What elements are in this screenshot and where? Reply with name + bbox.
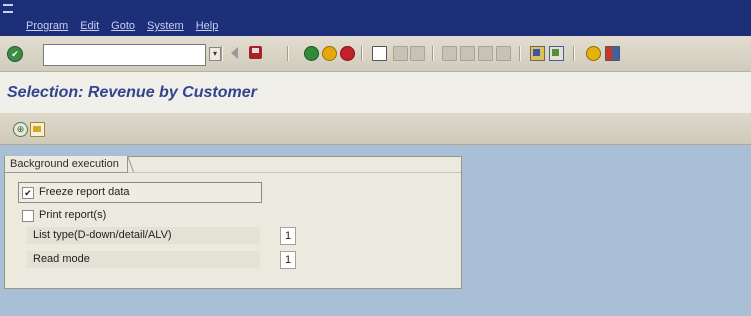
window-menu-icon[interactable] — [3, 4, 13, 13]
print-report-label: Print report(s) — [39, 209, 107, 221]
freeze-report-checkbox[interactable]: ✔ — [22, 187, 34, 199]
find-icon[interactable] — [393, 46, 408, 61]
page-title: Selection: Revenue by Customer — [7, 84, 257, 101]
print-icon[interactable] — [372, 46, 387, 61]
menu-program[interactable]: Program — [26, 20, 68, 32]
customize-layout-icon[interactable] — [605, 46, 620, 61]
toolbar-separator — [287, 46, 289, 61]
toolbar-separator — [573, 46, 575, 61]
toolbar-separator — [221, 46, 223, 61]
help-icon[interactable] — [586, 46, 601, 61]
last-page-icon[interactable] — [496, 46, 511, 61]
system-toolbar: ✔ ▾ — [0, 36, 751, 72]
command-dropdown-icon[interactable]: ▾ — [209, 47, 221, 61]
menu-bar: Program Edit Goto System Help — [0, 0, 751, 36]
menu-goto[interactable]: Goto — [111, 20, 135, 32]
shortcut-icon[interactable] — [549, 46, 564, 61]
menu-items: Program Edit Goto System Help — [26, 20, 218, 32]
toolbar-separator — [519, 46, 521, 61]
list-type-input[interactable]: 1 — [280, 227, 296, 245]
exit-icon[interactable] — [322, 46, 337, 61]
application-toolbar: ⊕ — [0, 114, 751, 145]
menu-help[interactable]: Help — [196, 20, 219, 32]
first-page-icon[interactable] — [442, 46, 457, 61]
toolbar-separator — [361, 46, 363, 61]
find-next-icon[interactable] — [410, 46, 425, 61]
execute-icon[interactable]: ⊕ — [13, 122, 28, 137]
back-arrow-icon[interactable] — [228, 46, 241, 59]
toolbar-separator — [432, 46, 434, 61]
freeze-report-label: Freeze report data — [39, 186, 130, 198]
main-area: Background execution ✔ Freeze report dat… — [0, 145, 751, 316]
enter-icon[interactable]: ✔ — [7, 46, 23, 62]
command-field[interactable] — [43, 44, 206, 66]
print-report-checkbox[interactable] — [22, 210, 34, 222]
back-icon[interactable] — [304, 46, 319, 61]
background-execution-group: Background execution ✔ Freeze report dat… — [4, 156, 462, 289]
title-bar: Selection: Revenue by Customer — [0, 72, 751, 114]
read-mode-label: Read mode — [33, 253, 90, 265]
get-variant-icon[interactable] — [30, 122, 45, 137]
create-session-icon[interactable] — [530, 46, 545, 61]
save-icon[interactable] — [249, 46, 262, 59]
next-page-icon[interactable] — [478, 46, 493, 61]
menu-system[interactable]: System — [147, 20, 184, 32]
group-title: Background execution — [5, 156, 128, 173]
previous-page-icon[interactable] — [460, 46, 475, 61]
menu-edit[interactable]: Edit — [80, 20, 99, 32]
cancel-icon[interactable] — [340, 46, 355, 61]
read-mode-input[interactable]: 1 — [280, 251, 296, 269]
list-type-label: List type(D-down/detail/ALV) — [33, 229, 172, 241]
